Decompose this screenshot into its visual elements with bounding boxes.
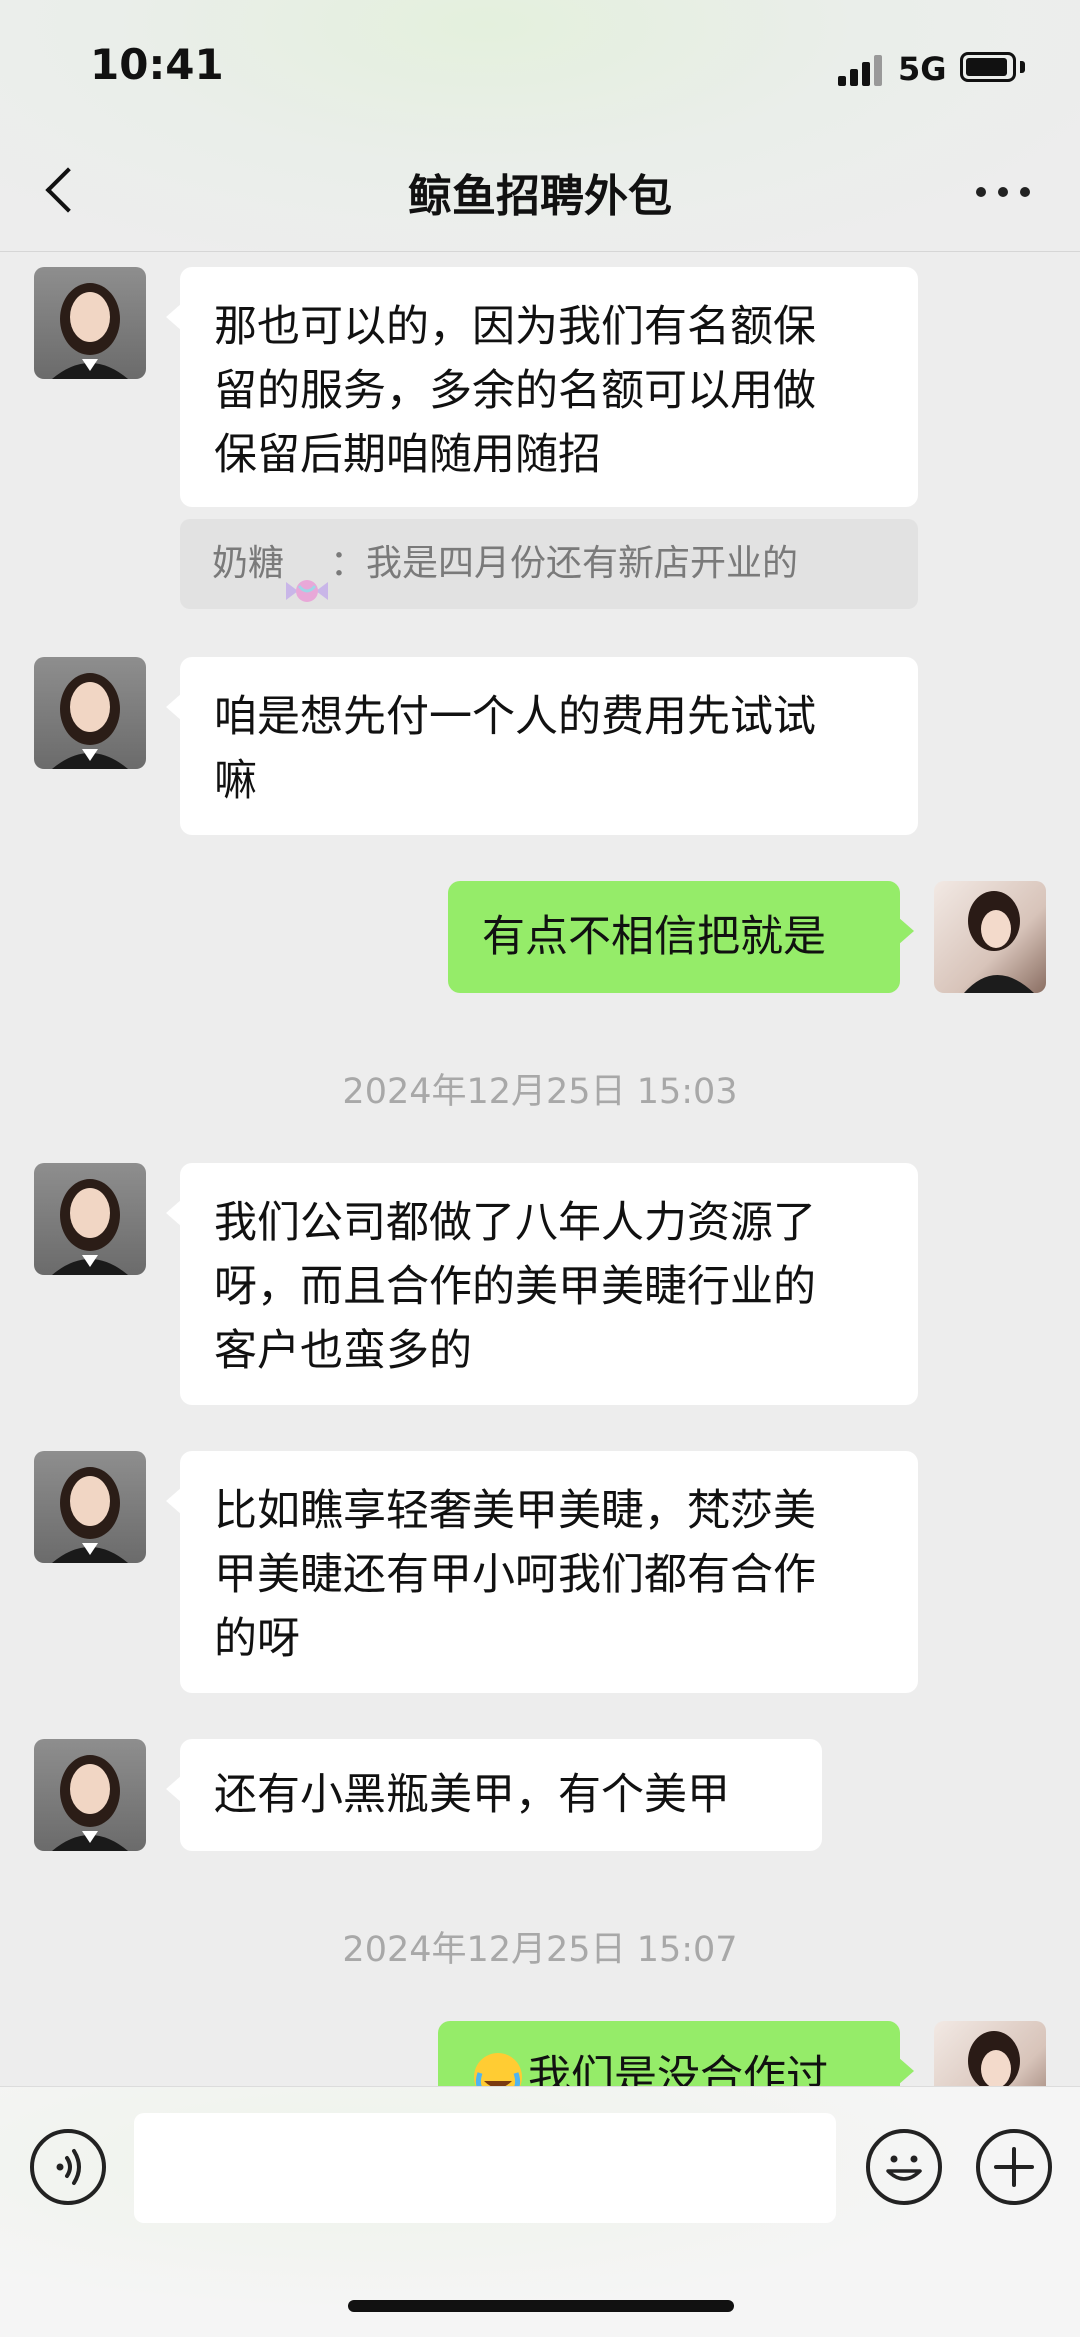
chat-title: 鲸鱼招聘外包 — [408, 171, 672, 222]
message-bubble-left[interactable]: 那也可以的，因为我们有名额保 留的服务，多余的名额可以用做 保留后期咱随用随招 — [166, 267, 918, 507]
signal-icon — [838, 54, 884, 86]
more-dots-icon[interactable] — [968, 168, 1038, 216]
avatar-self[interactable] — [934, 881, 1046, 993]
message-bubble-left[interactable]: 我们公司都做了八年人力资源了 呀，而且合作的美甲美睫行业的 客户也蛮多的 — [166, 1163, 918, 1405]
message-text-line: 还有小黑瓶美甲，有个美甲 — [214, 1770, 730, 1820]
avatar-contact[interactable] — [34, 1739, 146, 1851]
quoted-message[interactable]: 奶糖 ：我是四月份还有新店开业的 — [180, 519, 918, 609]
message-bubble-left[interactable]: 比如瞧享轻奢美甲美睫，梵莎美 甲美睫还有甲小呵我们都有合作 的呀 — [166, 1451, 918, 1693]
avatar-contact[interactable] — [34, 1163, 146, 1275]
message-list[interactable]: 那也可以的，因为我们有名额保 留的服务，多余的名额可以用做 保留后期咱随用随招 … — [0, 253, 1080, 2086]
message-text-line: 比如瞧享轻奢美甲美睫，梵莎美 — [214, 1486, 816, 1536]
timestamp: 2024年12月25日 15:03 — [342, 1072, 738, 1112]
timestamp: 2024年12月25日 15:07 — [342, 1930, 738, 1970]
message-text-line: 有点不相信把就是 — [482, 912, 826, 962]
home-indicator[interactable] — [348, 2300, 734, 2312]
message-text-line: 呀，而且合作的美甲美睫行业的 — [214, 1262, 816, 1312]
message-text-line: 甲美睫还有甲小呵我们都有合作 — [214, 1550, 816, 1600]
battery-icon — [960, 52, 1016, 82]
crying-laughing-emoji — [472, 2051, 524, 2086]
message-text-line: 留的服务，多余的名额可以用做 — [214, 366, 816, 416]
message-bubble-left[interactable]: 咱是想先付一个人的费用先试试 嘛 — [166, 657, 918, 835]
candy-emoji — [284, 550, 330, 602]
message-bubble-left[interactable]: 还有小黑瓶美甲，有个美甲 — [166, 1739, 822, 1851]
avatar-contact[interactable] — [34, 657, 146, 769]
message-text-line: 那也可以的，因为我们有名额保 — [214, 302, 816, 352]
avatar-contact[interactable] — [34, 267, 146, 379]
avatar-contact[interactable] — [34, 1451, 146, 1563]
status-time: 10:41 — [90, 40, 224, 89]
avatar-self[interactable] — [934, 2021, 1046, 2086]
message-input[interactable] — [134, 2113, 836, 2223]
message-text-line: 客户也蛮多的 — [214, 1326, 472, 1376]
message-text-line: 我们是没合作过 — [528, 2052, 829, 2086]
message-text-line: 咱是想先付一个人的费用先试试 — [214, 692, 816, 742]
message-text-line: 的呀 — [214, 1614, 300, 1664]
network-type: 5G — [898, 50, 947, 88]
message-bubble-right[interactable]: 我们是没合作过 — [438, 2021, 914, 2086]
message-text-line: 保留后期咱随用随招 — [214, 430, 601, 480]
plus-icon[interactable] — [976, 2129, 1052, 2205]
quote-text: ：我是四月份还有新店开业的 — [330, 543, 799, 584]
top-bar: 10:41 5G 鲸鱼招聘外包 — [0, 0, 1080, 252]
emoji-icon[interactable] — [866, 2129, 942, 2205]
quote-sender: 奶糖 — [212, 543, 285, 584]
message-text-line: 我们公司都做了八年人力资源了 — [214, 1198, 816, 1248]
battery-cap — [1020, 61, 1025, 73]
message-text-line: 嘛 — [214, 756, 257, 806]
voice-icon[interactable] — [30, 2129, 106, 2205]
message-bubble-right[interactable]: 有点不相信把就是 — [448, 881, 914, 993]
